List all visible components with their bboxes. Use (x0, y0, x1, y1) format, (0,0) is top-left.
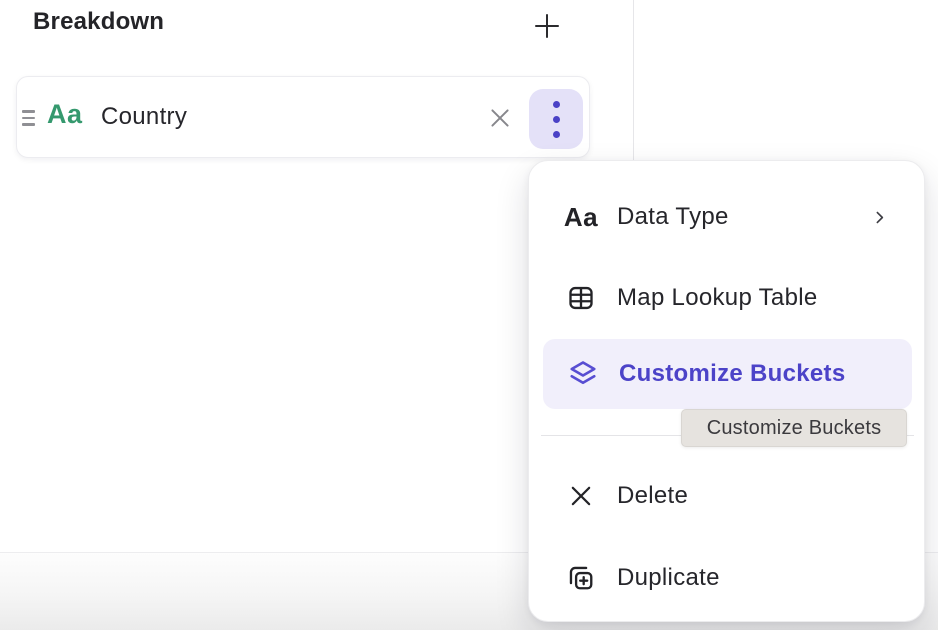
field-options-menu: Aa Data Type Map Lookup Table Cust (528, 160, 925, 622)
remove-field-button[interactable] (484, 102, 516, 134)
text-type-icon: Aa (47, 99, 83, 130)
menu-item-label: Customize Buckets (619, 360, 846, 388)
menu-item-duplicate[interactable]: Duplicate (541, 543, 914, 613)
close-icon (487, 105, 513, 131)
text-type-icon: Aa (564, 202, 598, 233)
drag-handle-icon[interactable] (22, 105, 40, 131)
customize-buckets-tooltip: Customize Buckets (681, 409, 907, 447)
x-icon (564, 483, 598, 509)
plus-icon (533, 12, 561, 40)
copy-plus-icon (564, 564, 598, 592)
menu-item-label: Delete (617, 482, 688, 510)
field-label: Country (101, 103, 187, 131)
add-breakdown-button[interactable] (530, 9, 564, 43)
menu-item-data-type[interactable]: Aa Data Type (541, 182, 914, 252)
layers-icon (566, 359, 600, 389)
breakdown-field-card: Aa Country (16, 76, 590, 158)
table-icon (564, 284, 598, 312)
menu-item-label: Data Type (617, 203, 729, 231)
chevron-right-icon (871, 209, 888, 226)
kebab-dots-icon (553, 101, 560, 108)
field-options-button[interactable] (529, 89, 583, 149)
menu-item-delete[interactable]: Delete (541, 461, 914, 531)
menu-item-map-lookup-table[interactable]: Map Lookup Table (541, 263, 914, 333)
menu-item-label: Map Lookup Table (617, 284, 818, 312)
menu-item-customize-buckets[interactable]: Customize Buckets (543, 339, 912, 409)
page-title: Breakdown (33, 8, 164, 36)
menu-item-label: Duplicate (617, 564, 720, 592)
